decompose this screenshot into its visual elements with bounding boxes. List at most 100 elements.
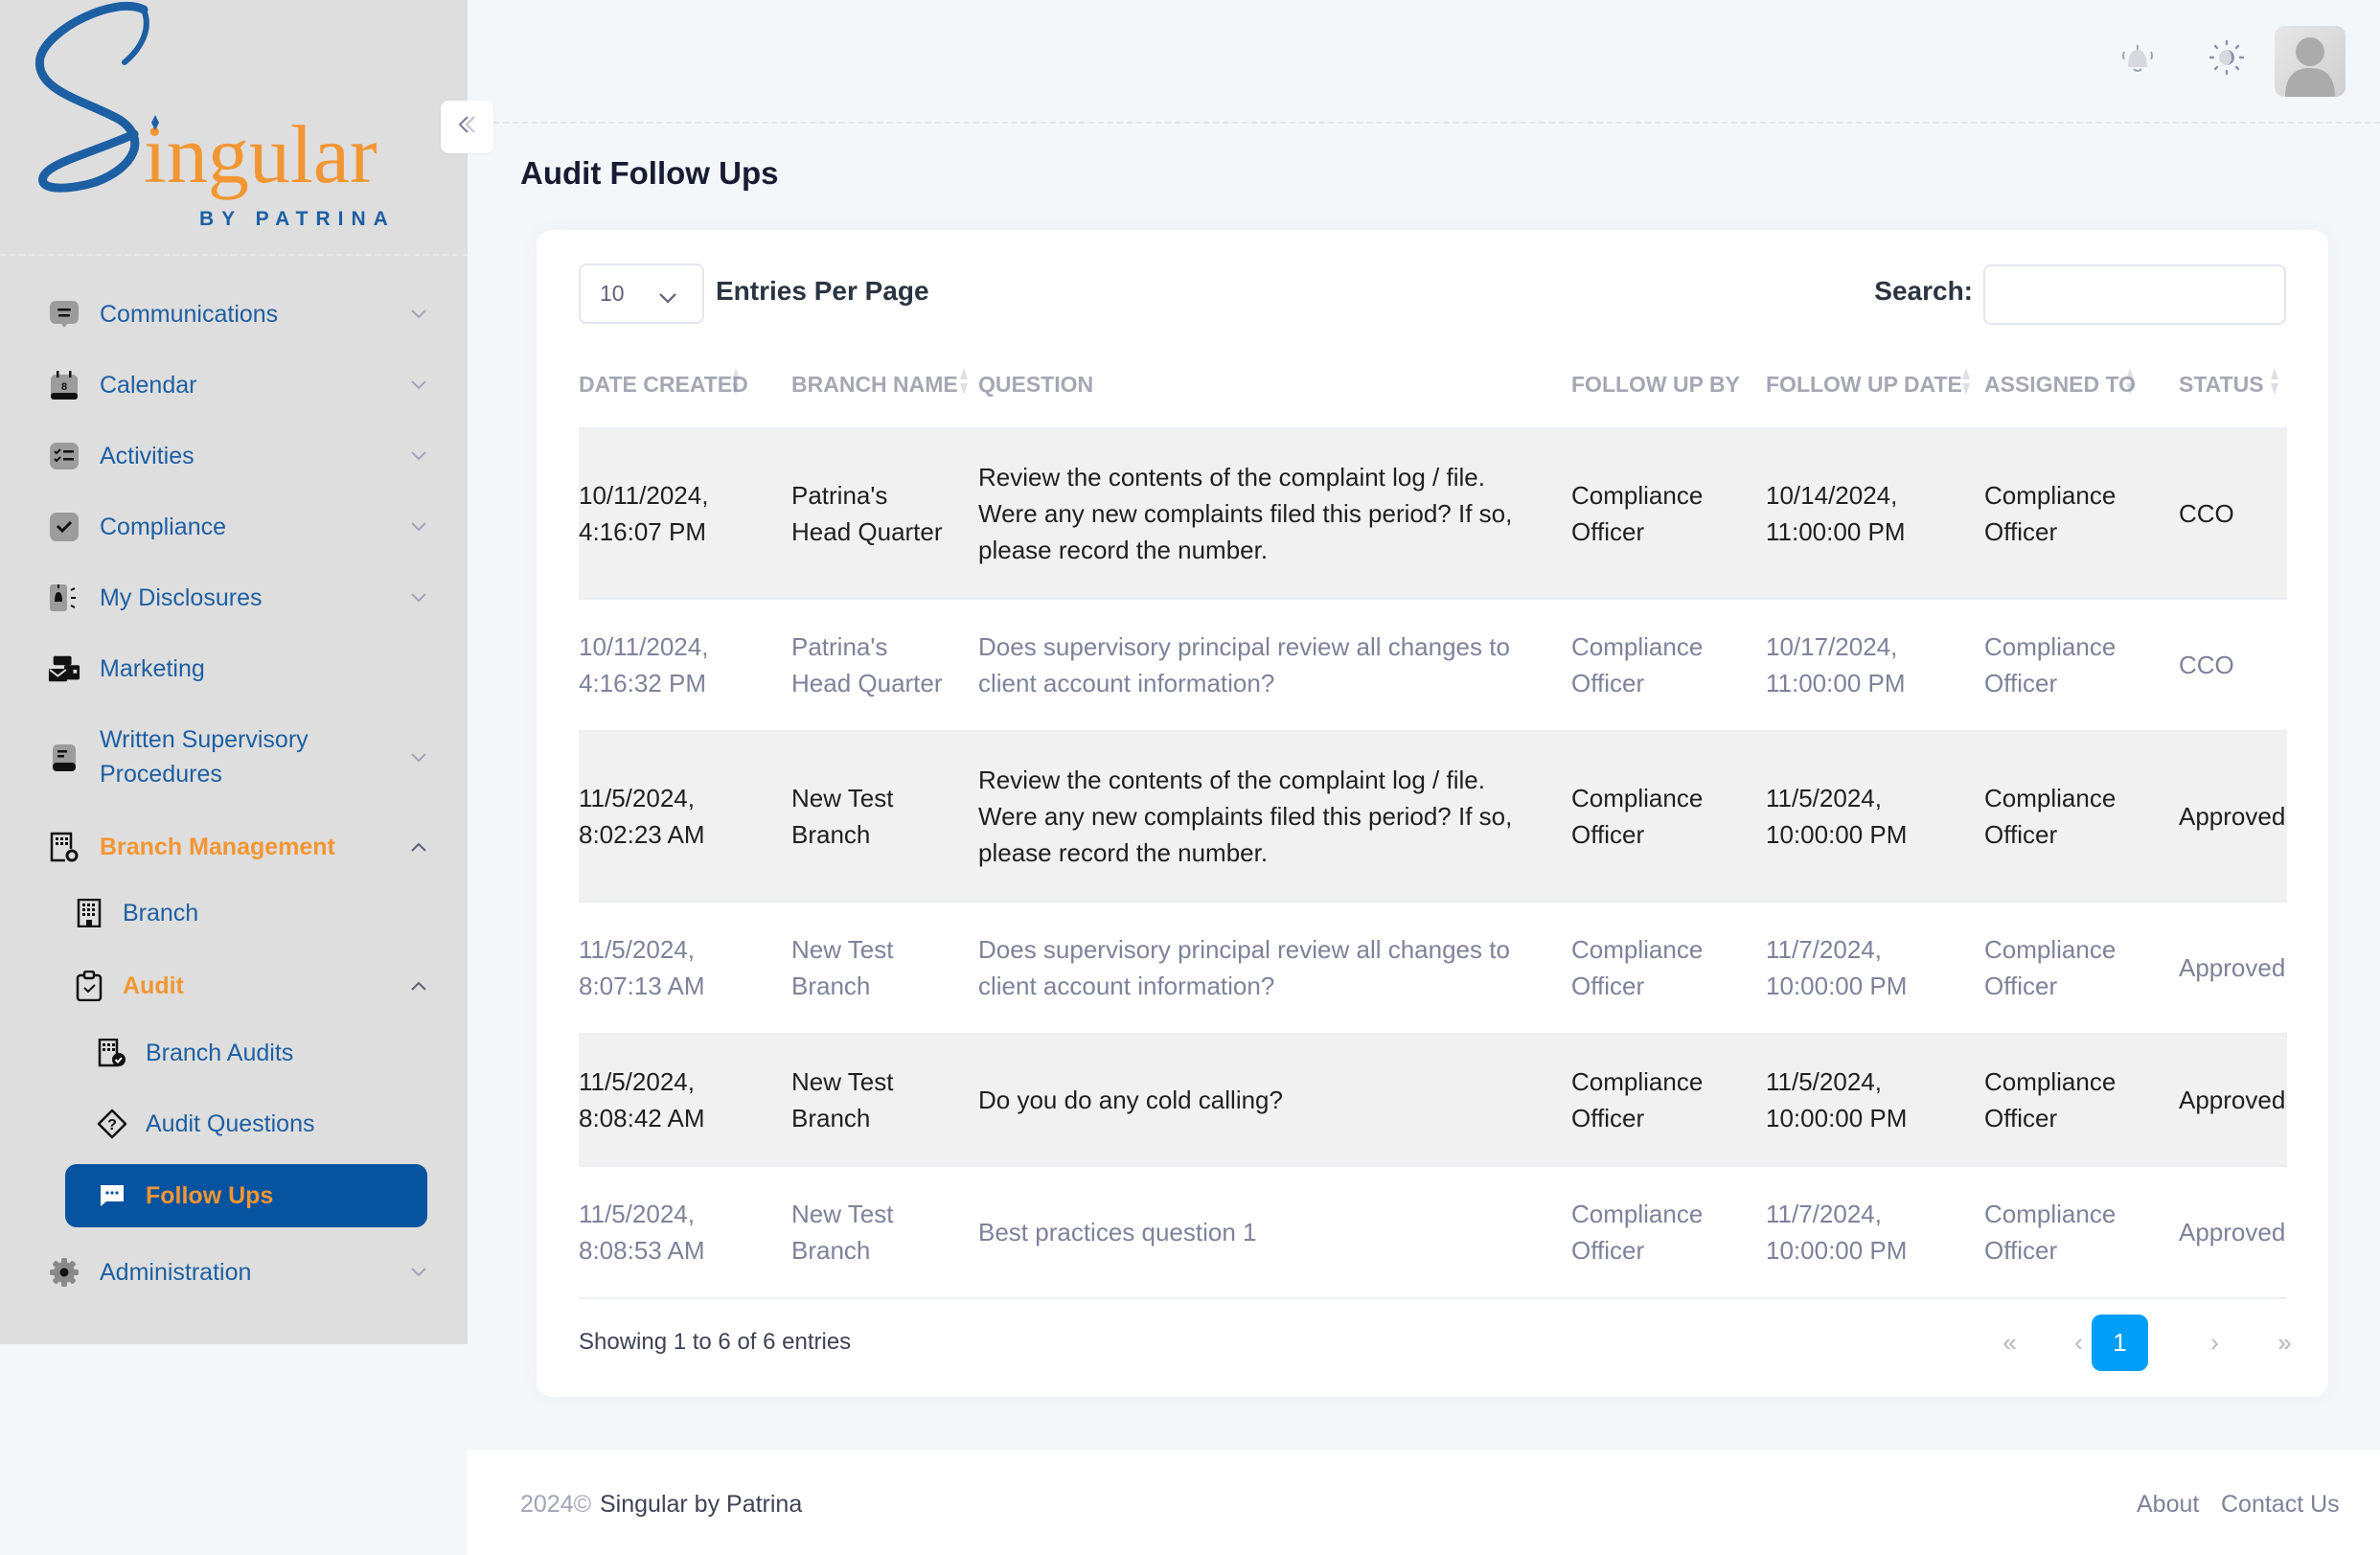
entries-per-page-select[interactable]: 10 (579, 263, 704, 324)
column-header-date-created[interactable]: DATE CREATED (579, 364, 748, 427)
logo-script-s (35, 1, 149, 193)
cell-text-line: Compliance (1571, 632, 1704, 661)
footer-copyright-year: 2024© (520, 1491, 592, 1518)
column-header-branch-name[interactable]: BRANCH NAME (791, 364, 968, 427)
cell-text-line: Officer (1984, 669, 2058, 697)
table-row[interactable]: 10/11/2024, 4:16:07 PM Patrina's Head Quart… (579, 429, 2287, 600)
sidebar-item-follow-ups[interactable]: Follow Ups (65, 1164, 427, 1227)
table-row[interactable]: 11/5/2024, 8:08:42 AM New Test Branch Do you… (579, 1035, 2287, 1167)
table-row[interactable]: 10/11/2024, 4:16:32 PM Patrina's Head Quart… (579, 600, 2287, 732)
sidebar-collapse-button[interactable] (441, 101, 493, 153)
cell-status: Approved (2179, 732, 2285, 901)
chevron-down-icon[interactable] (406, 585, 431, 610)
cell-assigned-to: Compliance Officer (1984, 1167, 2116, 1297)
footer-about-link[interactable]: About (2137, 1491, 2199, 1519)
cell-text-line: Branch (791, 820, 871, 849)
sidebar-item-activities[interactable]: Activities (0, 427, 468, 485)
cell-text-line: Officer (1571, 1104, 1645, 1132)
cell-text-line: Compliance (1984, 632, 2117, 661)
sidebar-item-branch-management[interactable]: Branch Management (0, 818, 468, 876)
cell-text-line: please record the number. (978, 536, 1269, 564)
column-header-follow-up-by[interactable]: FOLLOW UP BY (1571, 364, 1740, 427)
cell-text-line: 11/5/2024, (579, 1200, 695, 1228)
theme-toggle-button[interactable] (2206, 38, 2248, 80)
sidebar-item-label: Branch Audits (146, 1040, 294, 1066)
pagination-next-button[interactable]: › (2186, 1315, 2243, 1371)
sidebar-item-communications[interactable]: Communications (0, 286, 468, 343)
cell-assigned-to: Compliance Officer (1984, 600, 2116, 730)
cell-text-line: 11:00:00 PM (1766, 669, 1906, 697)
column-header-assigned-to[interactable]: ASSIGNED TO (1984, 364, 2136, 427)
pagination-last-button[interactable]: » (2256, 1315, 2313, 1371)
chevron-down-icon[interactable] (406, 444, 431, 469)
pagination-first-button[interactable]: « (1981, 1315, 2038, 1371)
table-row[interactable]: 11/5/2024, 8:07:13 AM New Test Branch Does s… (579, 903, 2287, 1035)
cell-text-line: Officer (1571, 972, 1645, 1000)
pagination-page-1[interactable]: 1 (2092, 1315, 2148, 1371)
column-header-follow-up-date[interactable]: FOLLOW UP DATE (1766, 364, 1970, 427)
column-header-status[interactable]: STATUS (2179, 364, 2278, 427)
cell-date-created: 11/5/2024, 8:07:13 AM (579, 903, 705, 1033)
column-header-question[interactable]: QUESTION (978, 364, 1093, 427)
notifications-button[interactable] (2117, 38, 2159, 80)
sidebar-item-label: Follow Ups (146, 1182, 274, 1209)
table-body: 10/11/2024, 4:16:07 PM Patrina's Head Quart… (579, 427, 2287, 1299)
cell-text-line: 8:02:23 AM (579, 820, 705, 849)
svg-text:8: 8 (61, 381, 67, 393)
chevron-down-icon[interactable] (406, 1260, 431, 1285)
cell-branch-name: Patrina's Head Quarter (791, 600, 943, 730)
sidebar-item-branch[interactable]: Branch (0, 884, 468, 942)
cell-text-line: 8:08:42 AM (579, 1104, 705, 1132)
cell-text-line: 10:00:00 PM (1766, 1104, 1908, 1132)
cell-text-line: Officer (1571, 820, 1645, 849)
checklist-icon (48, 440, 80, 472)
sidebar-item-label: Audit (123, 972, 184, 999)
search-label: Search: (1874, 276, 1973, 306)
footer-brand-link[interactable]: Singular by Patrina (600, 1491, 802, 1519)
footer-contact-link[interactable]: Contact Us (2221, 1491, 2340, 1519)
sidebar-item-written-supervisory-procedures[interactable]: Written Supervisory Procedures (0, 723, 468, 792)
cell-question: Do you do any cold calling? (978, 1035, 1283, 1165)
chevron-up-icon[interactable] (406, 835, 431, 859)
sidebar-item-label: Communications (100, 301, 279, 328)
cell-text-line: 10:00:00 PM (1766, 820, 1908, 849)
cell-text-line: 11/5/2024, (1766, 1067, 1882, 1096)
cell-text-line: New Test (791, 1067, 894, 1096)
building-icon (73, 897, 105, 929)
cell-status: CCO (2179, 600, 2234, 730)
sidebar-item-audit[interactable]: Audit (0, 957, 468, 1015)
sidebar-item-calendar[interactable]: 8 Calendar (0, 356, 468, 414)
user-avatar[interactable] (2275, 26, 2346, 97)
search-input[interactable] (1983, 264, 2286, 325)
chevron-down-icon[interactable] (406, 302, 431, 327)
sidebar-item-audit-questions[interactable]: ? Audit Questions (0, 1095, 468, 1153)
cell-text-line: 11/5/2024, (1766, 784, 1882, 812)
cell-text-line: Officer (1571, 669, 1645, 697)
cell-text-line: Approved (2179, 802, 2286, 831)
cell-text-line: Compliance (1984, 935, 2117, 964)
chevron-down-icon[interactable] (406, 745, 431, 770)
cell-date-created: 11/5/2024, 8:08:53 AM (579, 1167, 705, 1297)
table-row[interactable]: 11/5/2024, 8:08:53 AM New Test Branch Best p… (579, 1167, 2287, 1299)
cell-text-line: 8:07:13 AM (579, 972, 705, 1000)
header-divider (493, 122, 2380, 124)
cell-text-line: 10/11/2024, (579, 481, 709, 510)
sidebar-item-marketing[interactable]: Marketing (0, 640, 468, 697)
singular-logo[interactable]: ingular BY PATRINA (29, 0, 412, 240)
cell-text-line: Compliance (1571, 1067, 1704, 1096)
chevron-up-icon[interactable] (406, 973, 431, 998)
svg-text:?: ? (107, 1117, 117, 1133)
cell-assigned-to: Compliance Officer (1984, 429, 2116, 598)
table-row[interactable]: 11/5/2024, 8:02:23 AM New Test Branch Review… (579, 732, 2287, 903)
clipboard-check-icon (73, 970, 105, 1002)
chevron-down-icon[interactable] (406, 373, 431, 398)
cell-date-created: 10/11/2024, 4:16:07 PM (579, 429, 708, 598)
sidebar-item-my-disclosures[interactable]: My Disclosures (0, 569, 468, 627)
sidebar-item-administration[interactable]: Administration (0, 1244, 468, 1301)
cell-text-line: Review the contents of the complaint log… (978, 463, 1485, 492)
sidebar-item-label: Branch Management (100, 834, 335, 860)
cell-status: Approved (2179, 1035, 2285, 1165)
sidebar-item-compliance[interactable]: Compliance (0, 498, 468, 556)
sidebar-item-branch-audits[interactable]: Branch Audits (0, 1024, 468, 1082)
chevron-down-icon[interactable] (406, 515, 431, 539)
